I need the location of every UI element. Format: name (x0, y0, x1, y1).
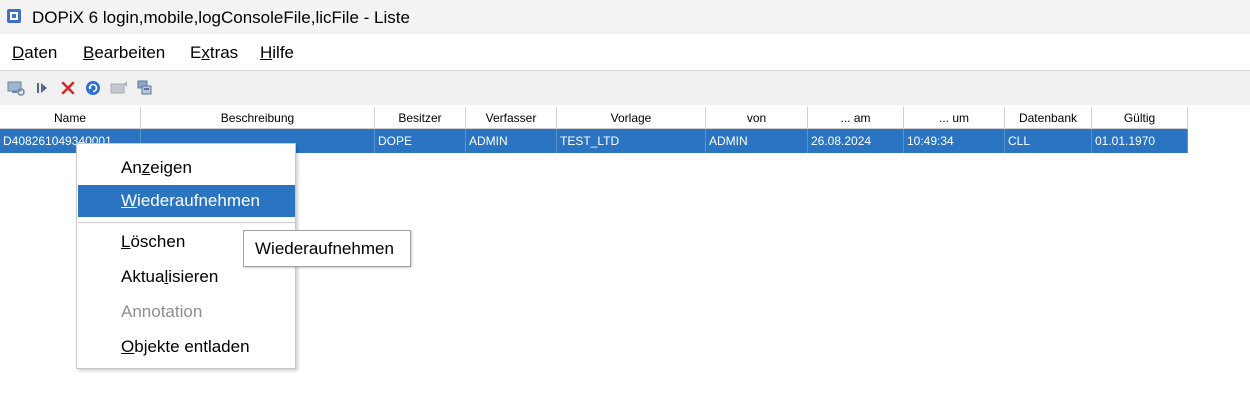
menu-hilfe[interactable]: Hilfe (260, 43, 294, 63)
table-cell: 01.01.1970 (1092, 129, 1188, 153)
title-bar: DOPiX 6 login,mobile,logConsoleFile,licF… (0, 0, 1250, 34)
context-item-annotation: Annotation (121, 302, 203, 321)
window-title: DOPiX 6 login,mobile,logConsoleFile,licF… (32, 8, 410, 27)
column-header[interactable]: von (706, 107, 808, 129)
context-item-objekte-entladen[interactable]: Objekte entladen (78, 331, 295, 363)
context-item-anzeigen[interactable]: An z eigen (78, 152, 295, 184)
column-header[interactable]: Gültig (1092, 107, 1188, 129)
context-separator (78, 222, 295, 223)
column-header[interactable]: Name (0, 107, 141, 129)
tooltip: Wiederaufnehmen (243, 230, 411, 267)
column-header[interactable]: Besitzer (375, 107, 466, 129)
column-header[interactable]: ... um (904, 107, 1005, 129)
column-header[interactable]: Beschreibung (141, 107, 375, 129)
table-cell: ADMIN (466, 129, 557, 153)
toolbar (0, 71, 1250, 105)
column-header[interactable]: Datenbank (1005, 107, 1092, 129)
table-cell: TEST_LTD (557, 129, 706, 153)
table-cell: 10:49:34 (904, 129, 1005, 153)
context-item-wiederaufnehmen[interactable]: Wiederaufnehmen (78, 185, 295, 217)
resume-icon[interactable] (33, 79, 51, 97)
unload-icon[interactable] (136, 79, 154, 97)
app-icon (7, 9, 21, 23)
annotation-icon[interactable] (110, 79, 128, 97)
delete-icon[interactable] (59, 79, 77, 97)
table-cell: CLL (1005, 129, 1092, 153)
table-cell: ADMIN (706, 129, 808, 153)
column-header[interactable]: ... am (808, 107, 904, 129)
menu-bearbeiten[interactable]: Bearbeiten (83, 43, 165, 63)
menu-bar: Daten Bearbeiten Extras Hilfe (0, 34, 1250, 71)
menu-extras[interactable]: Extras (190, 43, 238, 63)
menu-daten[interactable]: Daten (12, 43, 57, 63)
view-icon[interactable] (7, 79, 25, 97)
table-cell: DOPE (375, 129, 466, 153)
column-header[interactable]: Vorlage (557, 107, 706, 129)
refresh-icon[interactable] (84, 79, 102, 97)
column-header[interactable]: Verfasser (466, 107, 557, 129)
table-cell: 26.08.2024 (808, 129, 904, 153)
